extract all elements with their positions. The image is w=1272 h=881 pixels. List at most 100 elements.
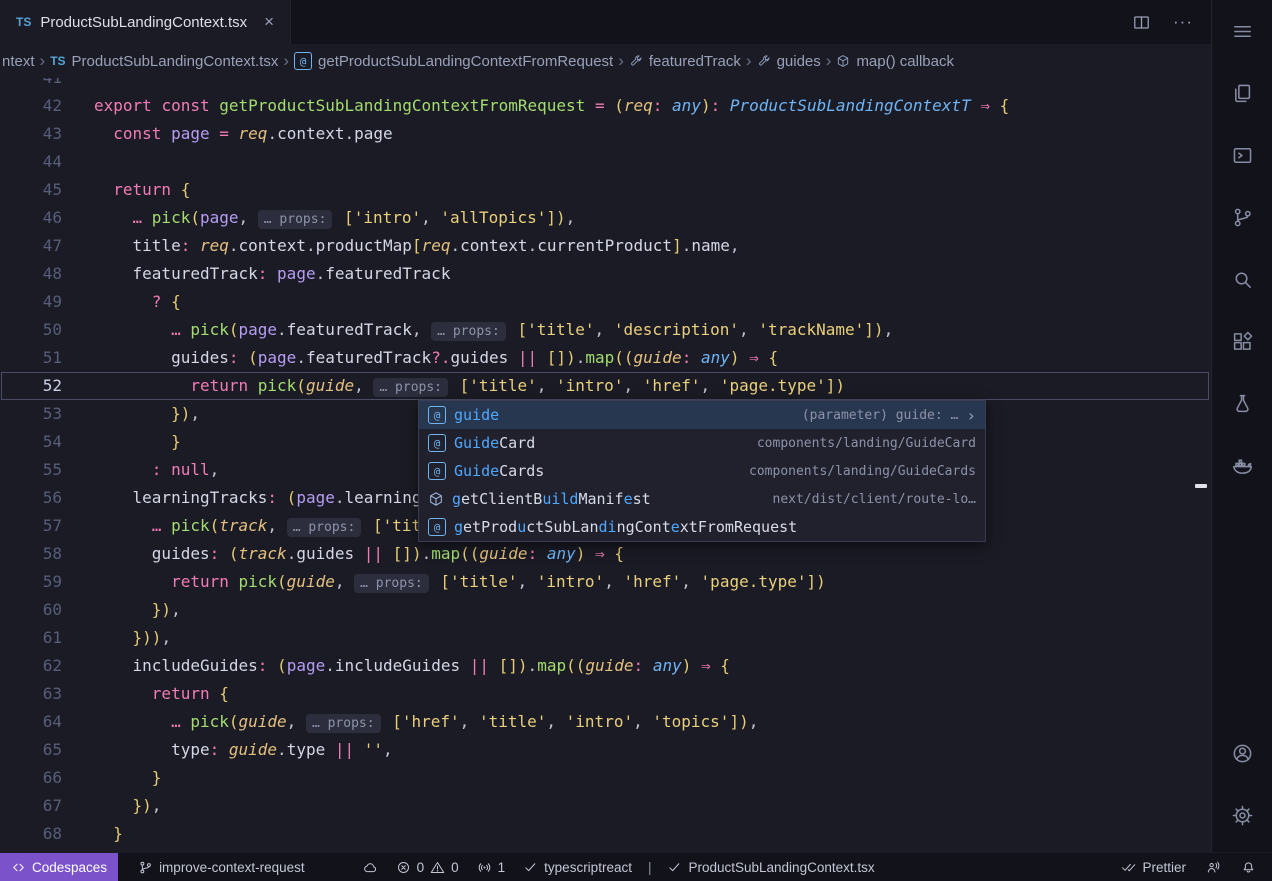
code-line-45[interactable]: 45 return { — [0, 176, 1211, 204]
code-line-47[interactable]: 47 title: req.context.productMap[req.con… — [0, 232, 1211, 260]
overview-ruler-marker — [1195, 484, 1207, 488]
extensions-icon[interactable] — [1219, 318, 1265, 364]
cube-symbol-icon — [428, 491, 444, 507]
code-text: export const getProductSubLandingContext… — [94, 92, 1009, 120]
breadcrumb-label: featuredTrack — [649, 53, 741, 70]
settings-gear-icon[interactable] — [1219, 792, 1265, 838]
code-line-61[interactable]: 61 })), — [0, 624, 1211, 652]
testing-beaker-icon[interactable] — [1219, 380, 1265, 426]
branch-indicator[interactable]: improve-context-request — [136, 860, 307, 875]
line-number: 54 — [0, 428, 62, 456]
file-label: ProductSubLandingContext.tsx — [688, 860, 874, 875]
code-line-58[interactable]: 58 guides: (track.guides || []).map((gui… — [0, 540, 1211, 568]
code-line-59[interactable]: 59 return pick(guide, … props: ['title',… — [0, 568, 1211, 596]
sync-cloud-button[interactable] — [361, 860, 380, 875]
person-broadcast-button[interactable] — [1204, 860, 1223, 875]
code-line-69[interactable]: 69} — [0, 848, 1211, 852]
code-line-49[interactable]: 49 ? { — [0, 288, 1211, 316]
split-editor-icon[interactable] — [1132, 13, 1151, 32]
code-line-41[interactable]: 41 — [0, 78, 1211, 92]
code-line-51[interactable]: 51 guides: (page.featuredTrack?.guides |… — [0, 344, 1211, 372]
file-lint-status[interactable]: ProductSubLandingContext.tsx — [665, 860, 876, 875]
suggestion-label: GuideCard — [454, 434, 535, 452]
code-line-44[interactable]: 44 — [0, 148, 1211, 176]
tab-bar: TS ProductSubLandingContext.tsx × ··· — [0, 0, 1211, 44]
code-line-65[interactable]: 65 type: guide.type || '', — [0, 736, 1211, 764]
active-tab[interactable]: TS ProductSubLandingContext.tsx × — [0, 0, 291, 44]
language-label: typescriptreact — [544, 860, 632, 875]
notifications-bell-button[interactable] — [1239, 860, 1258, 875]
code-line-64[interactable]: 64 … pick(guide, … props: ['href', 'titl… — [0, 708, 1211, 736]
line-number: 56 — [0, 484, 62, 512]
code-line-46[interactable]: 46 … pick(page, … props: ['intro', 'allT… — [0, 204, 1211, 232]
more-actions-icon[interactable]: ··· — [1173, 12, 1193, 32]
code-line-60[interactable]: 60 }), — [0, 596, 1211, 624]
code-text: guides: (page.featuredTrack?.guides || [… — [94, 344, 778, 372]
code-text: } — [94, 820, 123, 848]
line-number: 61 — [0, 624, 62, 652]
broadcast-icon — [477, 860, 492, 875]
breadcrumb-item-0[interactable]: ntext — [2, 53, 35, 70]
remote-window-icon[interactable] — [1219, 132, 1265, 178]
formatter-status[interactable]: Prettier — [1119, 860, 1188, 875]
line-number: 64 — [0, 708, 62, 736]
breadcrumb-label: map() callback — [856, 53, 954, 70]
docker-icon[interactable] — [1219, 442, 1265, 488]
remote-indicator-codespaces[interactable]: Codespaces — [0, 853, 118, 881]
breadcrumb-item-4[interactable]: guides — [757, 53, 821, 70]
code-text: } — [94, 428, 181, 456]
code-line-42[interactable]: 42export const getProductSubLandingConte… — [0, 92, 1211, 120]
explorer-copy-icon[interactable] — [1219, 70, 1265, 116]
breadcrumb-item-3[interactable]: featuredTrack — [629, 53, 741, 70]
code-line-52[interactable]: 52 return pick(guide, … props: ['title',… — [0, 372, 1211, 400]
code-text: … pick(guide, … props: ['href', 'title',… — [94, 708, 758, 736]
code-line-68[interactable]: 68 } — [0, 820, 1211, 848]
accounts-icon[interactable] — [1219, 730, 1265, 776]
search-icon[interactable] — [1219, 256, 1265, 302]
language-lint-status[interactable]: typescriptreact — [521, 860, 634, 875]
editor[interactable]: 4142export const getProductSubLandingCon… — [0, 78, 1211, 852]
breadcrumb-item-5[interactable]: map() callback — [836, 53, 954, 70]
code-text: return { — [94, 680, 229, 708]
code-line-43[interactable]: 43 const page = req.context.page — [0, 120, 1211, 148]
code-line-62[interactable]: 62 includeGuides: (page.includeGuides ||… — [0, 652, 1211, 680]
breadcrumb-item-1[interactable]: TSProductSubLandingContext.tsx — [50, 53, 278, 70]
code-line-67[interactable]: 67 }), — [0, 792, 1211, 820]
source-control-icon[interactable] — [1219, 194, 1265, 240]
close-tab-icon[interactable]: × — [264, 12, 274, 32]
menu-icon[interactable] — [1219, 8, 1265, 54]
line-number: 69 — [0, 848, 62, 852]
suggestion-item-1[interactable]: @GuideCardcomponents/landing/GuideCard — [419, 429, 985, 457]
code-text: })), — [94, 624, 171, 652]
remote-label: Codespaces — [32, 860, 107, 875]
code-line-63[interactable]: 63 return { — [0, 680, 1211, 708]
breadcrumb-item-2[interactable]: @getProductSubLandingContextFromRequest — [294, 52, 613, 70]
breadcrumb-separator-icon: › — [283, 51, 289, 71]
workbench: TS ProductSubLandingContext.tsx × ··· nt… — [0, 0, 1272, 852]
ports-indicator[interactable]: 1 — [475, 860, 508, 875]
status-bar-right: Prettier — [1119, 853, 1272, 881]
code-line-50[interactable]: 50 … pick(page.featuredTrack, … props: [… — [0, 316, 1211, 344]
suggestion-item-2[interactable]: @GuideCardscomponents/landing/GuideCards — [419, 457, 985, 485]
code-text: }), — [94, 596, 181, 624]
warning-count: 0 — [451, 860, 459, 875]
error-count: 0 — [417, 860, 425, 875]
suggestion-label: getClientBuildManifest — [452, 490, 651, 508]
code-line-66[interactable]: 66 } — [0, 764, 1211, 792]
problems-indicator[interactable]: 0 0 — [394, 860, 461, 875]
chevron-right-icon[interactable]: › — [966, 406, 976, 425]
suggestion-item-4[interactable]: @getProductSubLandingContextFromRequest — [419, 513, 985, 541]
line-number: 67 — [0, 792, 62, 820]
suggestion-item-0[interactable]: @guide(parameter) guide: …› — [419, 401, 985, 429]
line-number: 66 — [0, 764, 62, 792]
code-line-48[interactable]: 48 featuredTrack: page.featuredTrack — [0, 260, 1211, 288]
line-number: 65 — [0, 736, 62, 764]
status-divider: | — [648, 860, 652, 875]
code-text: … pick(page, … props: ['intro', 'allTopi… — [94, 204, 575, 232]
code-text: return pick(guide, … props: ['title', 'i… — [94, 568, 826, 596]
line-number: 50 — [0, 316, 62, 344]
code-text: featuredTrack: page.featuredTrack — [94, 260, 450, 288]
symbol-parameter-icon: @ — [428, 406, 446, 424]
suggestion-item-3[interactable]: getClientBuildManifestnext/dist/client/r… — [419, 485, 985, 513]
breadcrumb-separator-icon: › — [618, 51, 624, 71]
